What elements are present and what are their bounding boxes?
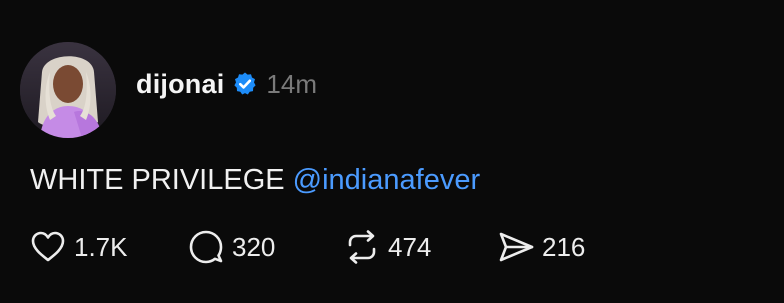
like-button[interactable]: 1.7K — [28, 227, 186, 267]
mention-link[interactable]: @indianafever — [293, 164, 480, 196]
heart-icon — [28, 227, 68, 267]
post-timestamp: 14m — [266, 68, 317, 99]
post-text: WHITE PRIVILEGE @indianafever — [30, 164, 480, 197]
repost-button[interactable]: 474 — [342, 227, 496, 267]
repost-count: 474 — [388, 231, 432, 262]
share-count: 216 — [542, 231, 586, 262]
post-header: dijonai 14m — [136, 64, 317, 104]
like-count: 1.7K — [74, 231, 128, 262]
thread-post: dijonai 14m WHITE PRIVILEGE @indianafeve… — [0, 0, 784, 303]
reply-button[interactable]: 320 — [186, 227, 342, 267]
reply-count: 320 — [232, 231, 276, 262]
repost-arrows-icon — [342, 227, 382, 267]
speech-bubble-icon — [186, 227, 226, 267]
share-button[interactable]: 216 — [496, 227, 616, 267]
send-icon — [496, 227, 536, 267]
avatar[interactable] — [20, 42, 116, 138]
post-body: WHITE PRIVILEGE — [30, 164, 285, 196]
verified-badge-icon — [232, 71, 258, 97]
action-bar: 1.7K 320 474 216 — [28, 226, 616, 268]
username[interactable]: dijonai — [136, 69, 224, 100]
avatar-image — [20, 42, 116, 138]
